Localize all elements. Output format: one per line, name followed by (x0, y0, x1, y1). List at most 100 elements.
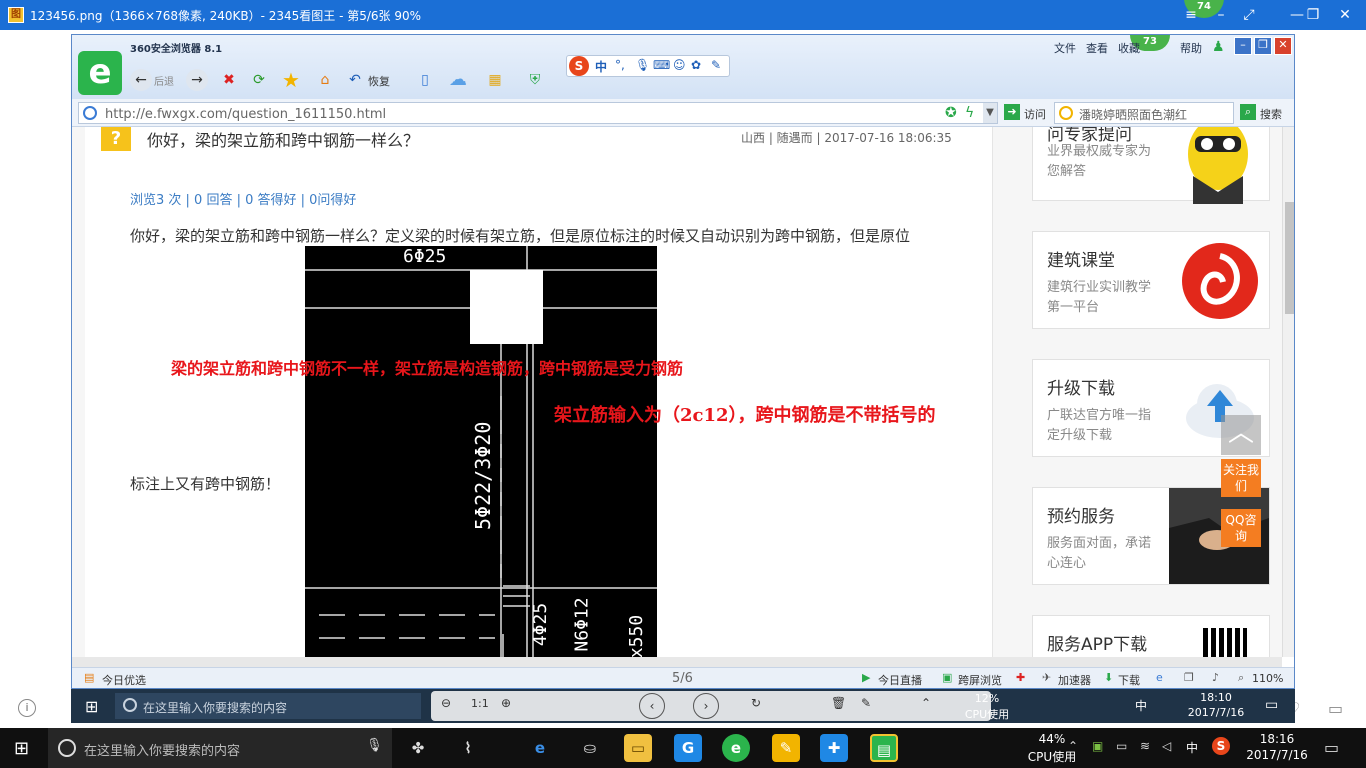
notes-app-icon[interactable]: ✎ (772, 734, 800, 762)
download-icon[interactable]: ⬇ (1104, 671, 1113, 684)
daily-pick-label[interactable]: 今日优选 (102, 672, 146, 688)
taskbar-search-box[interactable]: 在这里输入你要搜索的内容 🎙 (48, 728, 392, 768)
delete-icon[interactable]: 🗑 (831, 696, 846, 710)
back-label[interactable]: 后退 (154, 73, 174, 88)
back-to-top-icon[interactable]: ︿ (1221, 415, 1261, 455)
forward-icon[interactable]: → (186, 69, 208, 91)
follow-us-button[interactable]: 关注我们 (1221, 459, 1261, 497)
live-label[interactable]: 今日直播 (878, 672, 922, 688)
cross-screen-icon[interactable]: ▣ (942, 671, 952, 684)
zoom-out-icon[interactable]: ⊖ (441, 696, 451, 710)
menu-favorites[interactable]: 收藏 (1118, 40, 1140, 56)
ime-mode-label[interactable]: 中 (595, 58, 607, 75)
microphone-icon[interactable]: 🎙 (635, 58, 650, 72)
cross-screen-label[interactable]: 跨屏浏览 (958, 672, 1002, 688)
ime-toolbar[interactable]: S 中 °, 🎙 ⌨ ☺ ✿ ✎ (566, 55, 730, 77)
fullscreen-icon[interactable]: ⤢ (1234, 4, 1264, 26)
refresh-icon[interactable]: ⟳ (248, 69, 270, 91)
menu-file[interactable]: 文件 (1054, 40, 1076, 56)
g-app-icon[interactable]: G (674, 734, 702, 762)
file-explorer-icon[interactable]: ▭ (624, 734, 652, 762)
window-icon[interactable]: ❐ (1184, 671, 1194, 684)
restore-label[interactable]: 恢复 (368, 73, 390, 89)
punctuation-icon[interactable]: °, (615, 58, 625, 72)
zoom-icon[interactable]: ⌕ (1238, 671, 1244, 685)
stop-icon[interactable]: ✖ (218, 69, 240, 91)
store-icon[interactable]: ⛀ (576, 734, 604, 762)
image-viewer-icon[interactable]: ▤ (870, 734, 898, 762)
viewer-close-button[interactable]: ✕ (1330, 4, 1360, 26)
speaker-icon[interactable]: ◁ (1162, 739, 1171, 753)
skin-icon[interactable]: ✿ (691, 58, 701, 72)
edge-browser-icon[interactable]: e (526, 734, 554, 762)
viewer-maximize-button[interactable]: ❐ (1298, 4, 1328, 26)
mobile-icon[interactable]: ▯ (414, 69, 436, 91)
microphone-icon[interactable]: 🎙 (366, 738, 383, 753)
skin-shirt-icon[interactable]: ♟ (1212, 39, 1228, 55)
shield-icon[interactable]: ⛨ (524, 69, 546, 91)
live-icon[interactable]: ▶ (862, 671, 870, 684)
cloud-icon[interactable]: ☁ (444, 69, 472, 91)
zoom-in-icon[interactable]: ⊕ (501, 696, 511, 710)
rotate-icon[interactable]: ↻ (751, 696, 761, 710)
battery-icon[interactable]: ▭ (1116, 739, 1127, 753)
browser-maximize-button[interactable]: ❐ (1254, 37, 1272, 55)
menu-view[interactable]: 查看 (1086, 40, 1108, 56)
info-icon[interactable]: i (18, 699, 36, 717)
search-icon[interactable]: ⌕ (1240, 104, 1256, 120)
search-engine-icon[interactable] (1059, 106, 1073, 120)
ie-icon[interactable]: e (1156, 671, 1163, 684)
side-card-app[interactable]: 服务APP下载 (1032, 615, 1270, 657)
address-bar[interactable]: http://e.fwxgx.com/question_1611150.html… (78, 102, 998, 124)
accelerator-icon[interactable]: ✈ (1042, 671, 1051, 684)
vertical-scrollbar[interactable] (1282, 127, 1294, 657)
search-input[interactable]: 潘晓婷晒照面色潮红 (1054, 102, 1234, 124)
scrollbar-thumb[interactable] (1285, 202, 1294, 314)
folder-icon[interactable]: ▭ (1328, 699, 1343, 718)
favorite-star-icon[interactable]: ★ (280, 69, 302, 91)
download-label[interactable]: 下载 (1118, 672, 1140, 688)
sogou-tray-icon[interactable]: S (1212, 737, 1230, 755)
side-card-course[interactable]: 建筑课堂 建筑行业实训教学第一平台 (1032, 231, 1270, 329)
url-text[interactable]: http://e.fwxgx.com/question_1611150.html (105, 107, 386, 122)
ime-indicator[interactable]: 中 (1186, 739, 1198, 756)
clock-time[interactable]: 18:16 (1242, 732, 1312, 746)
visit-button[interactable]: 访问 (1024, 106, 1046, 122)
sogou-ime-icon[interactable]: S (569, 56, 589, 76)
clock-date[interactable]: 2017/7/16 (1242, 748, 1312, 762)
side-card-expert[interactable]: 问专家提问 业界最权威专家为您解答 (1032, 127, 1270, 204)
wifi-icon[interactable]: ≋ (1140, 739, 1150, 753)
swirl-app-icon[interactable]: ⌇ (454, 734, 482, 762)
action-center-icon[interactable]: ▭ (1324, 738, 1339, 757)
restore-icon[interactable]: ↶ (344, 69, 366, 91)
home-icon[interactable]: ⌂ (314, 69, 336, 91)
pinwheel-app-icon[interactable]: ✤ (404, 734, 432, 762)
user-icon[interactable]: ☺ (673, 58, 686, 72)
start-windows-icon[interactable]: ⊞ (14, 738, 29, 759)
search-button[interactable]: 搜索 (1260, 106, 1282, 122)
visit-arrow-icon[interactable]: ➜ (1004, 104, 1020, 120)
back-icon[interactable]: ← (130, 69, 152, 91)
horizontal-scrollbar[interactable] (72, 657, 1282, 667)
minimize-icon[interactable]: – (1206, 4, 1236, 26)
keyboard-icon[interactable]: ⌨ (653, 58, 670, 72)
question-stats[interactable]: 浏览3 次 | 0 回答 | 0 答得好 | 0问得好 (130, 189, 356, 208)
previous-image-icon[interactable]: ‹ (639, 693, 665, 719)
edit-icon[interactable]: ✎ (861, 696, 871, 710)
tray-expand-icon[interactable]: ⌃ (1068, 739, 1078, 753)
apps-icon[interactable]: ▦ (484, 69, 506, 91)
speed-mode-icon[interactable]: ϟ (965, 105, 974, 121)
menu-icon[interactable]: ≡ (1176, 4, 1206, 26)
compat-mode-icon[interactable]: ✪ (945, 105, 957, 121)
zoom-level[interactable]: 110% (1252, 672, 1283, 685)
search-suggestion[interactable]: 潘晓婷晒照面色潮红 (1079, 106, 1187, 123)
browser-close-button[interactable]: ✕ (1274, 37, 1292, 55)
volume-icon[interactable]: ♪ (1212, 671, 1219, 684)
actual-size-icon[interactable]: 1:1 (471, 697, 489, 710)
collapse-icon[interactable]: ⌃ (921, 696, 931, 710)
qq-consult-button[interactable]: QQ咨询 (1221, 509, 1261, 547)
accelerator-label[interactable]: 加速器 (1058, 672, 1091, 688)
next-image-icon[interactable]: › (693, 693, 719, 719)
nvidia-icon[interactable]: ▣ (1092, 739, 1103, 753)
url-dropdown-icon[interactable]: ▼ (983, 103, 997, 123)
